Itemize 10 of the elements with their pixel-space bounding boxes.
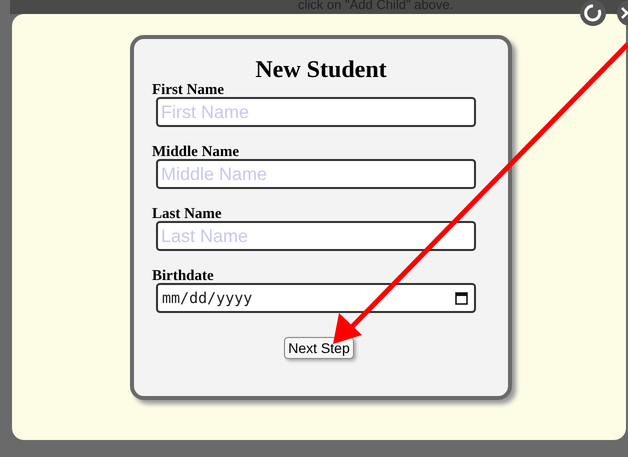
close-icon[interactable] <box>616 0 628 27</box>
date-input-field[interactable]: mm/dd/yyyy <box>156 283 476 313</box>
field-label: First Name <box>152 83 226 97</box>
field-label: Last Name <box>152 207 223 221</box>
field-label: Middle Name <box>152 145 240 159</box>
refresh-icon[interactable] <box>579 0 607 27</box>
form-title: New Student <box>254 57 388 83</box>
calendar-icon[interactable] <box>455 291 468 305</box>
next-step-button[interactable]: Next Step <box>284 337 354 359</box>
field-label: Birthdate <box>152 269 215 283</box>
